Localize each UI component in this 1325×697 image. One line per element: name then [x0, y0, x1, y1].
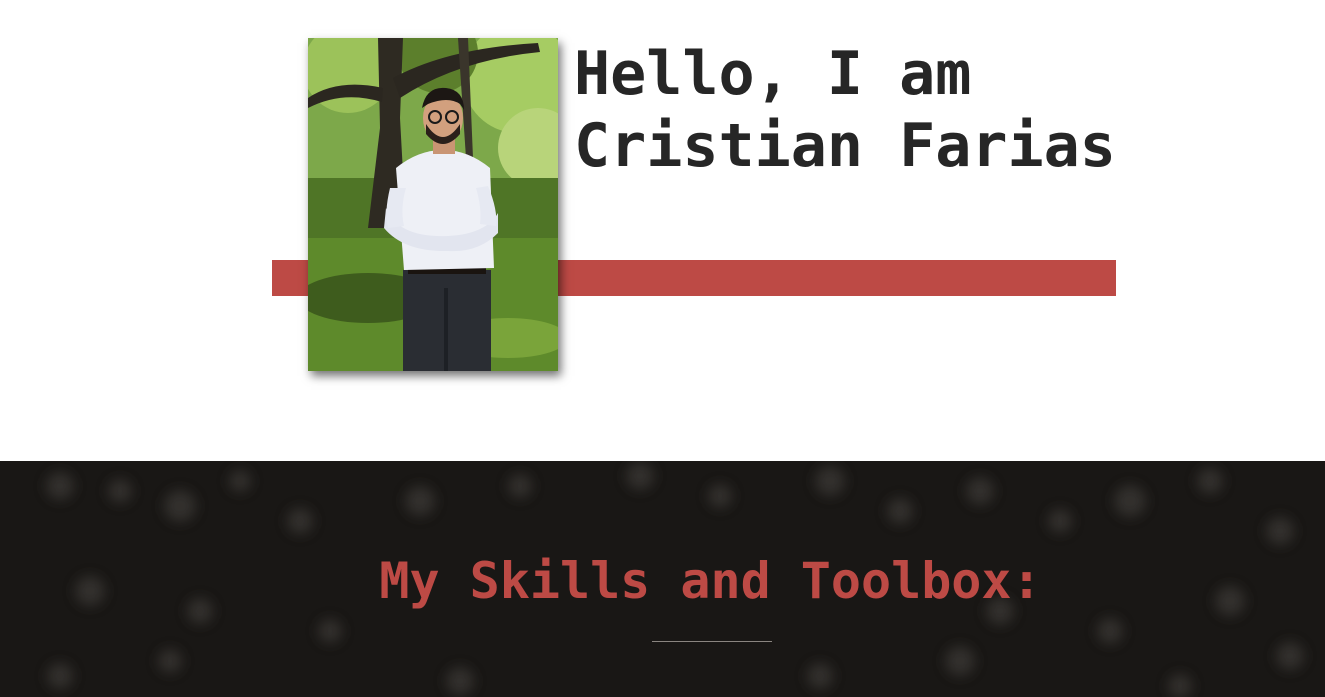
- hero-title-line-1: Hello, I am: [574, 39, 972, 109]
- section-divider: [652, 641, 772, 642]
- hero-title-line-2: Cristian Farias: [574, 111, 1116, 181]
- hero-title: Hello, I am Cristian Farias: [574, 38, 1174, 182]
- skills-heading: My Skills and Toolbox:: [379, 552, 1042, 610]
- hero-section: Hello, I am Cristian Farias: [0, 0, 1325, 461]
- skills-section: My Skills and Toolbox:: [0, 461, 1325, 697]
- profile-photo: [308, 38, 558, 371]
